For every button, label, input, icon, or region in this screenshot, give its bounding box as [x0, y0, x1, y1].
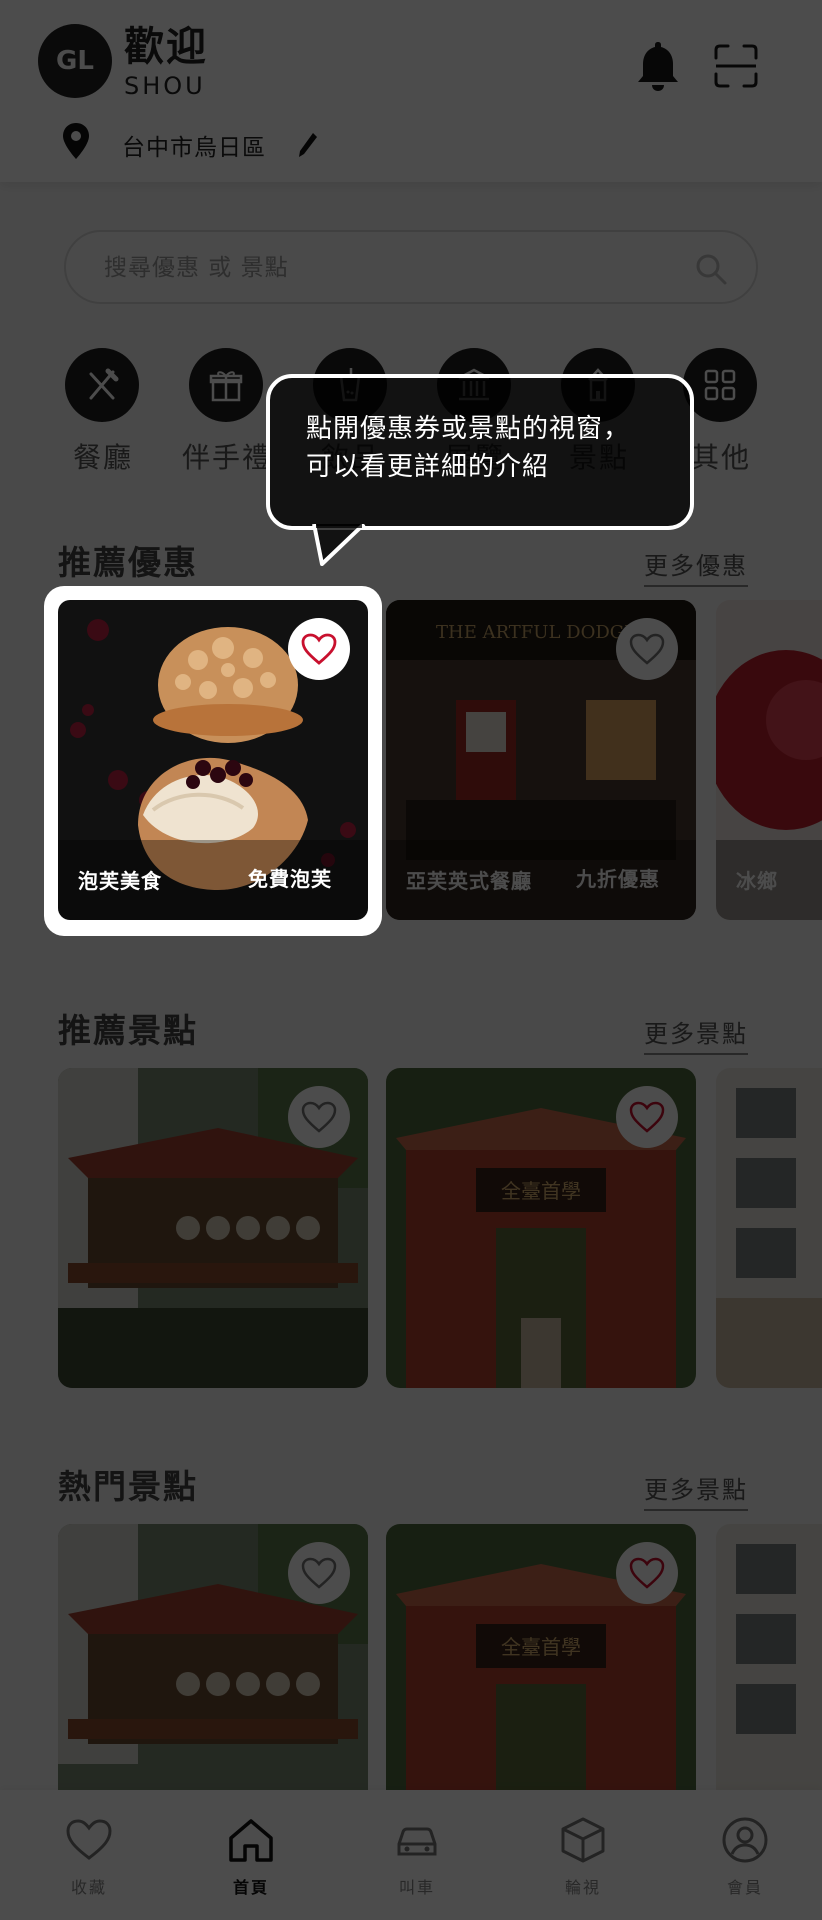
favorite-button[interactable] [288, 1542, 350, 1604]
home-icon [229, 1819, 273, 1862]
spot-card[interactable]: 全臺首學 [386, 1068, 696, 1388]
nav-package[interactable]: 輪視 [528, 1816, 638, 1906]
category-label: 餐廳 [72, 441, 133, 474]
nav-taxi[interactable]: 叫車 [362, 1816, 472, 1906]
temple-plaque: 全臺首學 [501, 1635, 581, 1659]
nav-favorites[interactable]: 收藏 [34, 1816, 144, 1906]
section-title-hot: 熱門景點 [58, 1467, 198, 1506]
nav-label: 首頁 [232, 1878, 269, 1897]
spot-card[interactable] [716, 1068, 822, 1388]
favorite-button[interactable] [288, 618, 350, 680]
nav-home[interactable]: 首頁 [196, 1816, 306, 1906]
category-restaurant[interactable]: 餐廳 [48, 348, 158, 478]
deal-card[interactable]: THE ARTFUL DODGER 亞芙英式餐廳 九折優惠 [386, 600, 696, 920]
bell-icon[interactable] [636, 40, 680, 92]
deal-offer: 免費泡芙 [248, 867, 332, 891]
favorite-button[interactable] [288, 1086, 350, 1148]
heart-outline-icon [301, 1557, 337, 1589]
search-icon[interactable] [694, 252, 728, 286]
heart-icon [66, 1819, 112, 1860]
tooltip-line: 可以看更詳細的介紹 [306, 452, 550, 482]
scan-icon[interactable] [714, 44, 758, 88]
heart-outline-icon [629, 1101, 665, 1133]
app-logo: GL [38, 24, 112, 98]
nav-label: 會員 [726, 1878, 763, 1897]
favorite-button[interactable] [616, 1542, 678, 1604]
heart-outline-icon [301, 633, 337, 665]
more-hot-spots-link[interactable]: 更多景點 [644, 1470, 748, 1511]
tooltip-tail [312, 524, 366, 566]
welcome-text: 歡迎 [124, 24, 208, 70]
nav-member[interactable]: 會員 [690, 1816, 800, 1906]
location-pin-icon [63, 123, 89, 159]
heart-outline-icon [629, 1557, 665, 1589]
username: SHOU [124, 72, 206, 100]
favorite-button[interactable] [616, 1086, 678, 1148]
deal-name: 泡芙美食 [78, 869, 162, 893]
home-screen: GL 歡迎 SHOU 台中市烏日區 搜尋優惠 或 景點 餐廳 伴手禮 其他 推薦… [0, 0, 822, 1920]
app-header: GL 歡迎 SHOU 台中市烏日區 [0, 0, 822, 182]
highlighted-deal-card-frame[interactable]: 泡芙美食 免費泡芙 [44, 586, 382, 936]
spot-card[interactable] [58, 1068, 368, 1388]
nav-label: 輪視 [564, 1878, 601, 1897]
package-icon [561, 1817, 605, 1863]
heart-outline-icon [629, 633, 665, 665]
deal-name: 亞芙英式餐廳 [406, 869, 532, 893]
building-photo [716, 1068, 822, 1388]
tooltip-line: 點開優惠券或景點的視窗， [306, 414, 631, 444]
grid-icon [683, 348, 757, 422]
favorite-button[interactable] [616, 618, 678, 680]
section-title-deals: 推薦優惠 [58, 543, 198, 582]
nav-label: 叫車 [398, 1878, 435, 1897]
deal-name: 冰鄉 [736, 869, 778, 893]
more-spots-link[interactable]: 更多景點 [644, 1014, 748, 1055]
more-deals-link[interactable]: 更多優惠 [644, 546, 748, 587]
bottom-nav: 收藏 首頁 叫車 輪視 會員 [0, 1790, 822, 1920]
deal-offer: 九折優惠 [576, 867, 660, 891]
onboarding-tooltip: 點開優惠券或景點的視窗， 可以看更詳細的介紹 [266, 374, 694, 530]
section-title-spots: 推薦景點 [58, 1011, 198, 1050]
temple-plaque: 全臺首學 [501, 1179, 581, 1203]
user-icon [722, 1817, 768, 1863]
search-bar[interactable] [64, 230, 758, 304]
location-text[interactable]: 台中市烏日區 [122, 128, 266, 162]
deal-card[interactable]: 泡芙美食 免費泡芙 [58, 600, 368, 920]
pencil-icon[interactable] [298, 132, 318, 158]
fork-knife-icon [65, 348, 139, 422]
nav-label: 收藏 [70, 1878, 107, 1897]
tooltip-text: 點開優惠券或景點的視窗， 可以看更詳細的介紹 [306, 410, 676, 486]
search-input[interactable] [104, 252, 664, 284]
gift-icon [189, 348, 263, 422]
car-icon [397, 1827, 437, 1856]
heart-outline-icon [301, 1101, 337, 1133]
deal-card[interactable]: 冰鄉 [716, 600, 822, 920]
